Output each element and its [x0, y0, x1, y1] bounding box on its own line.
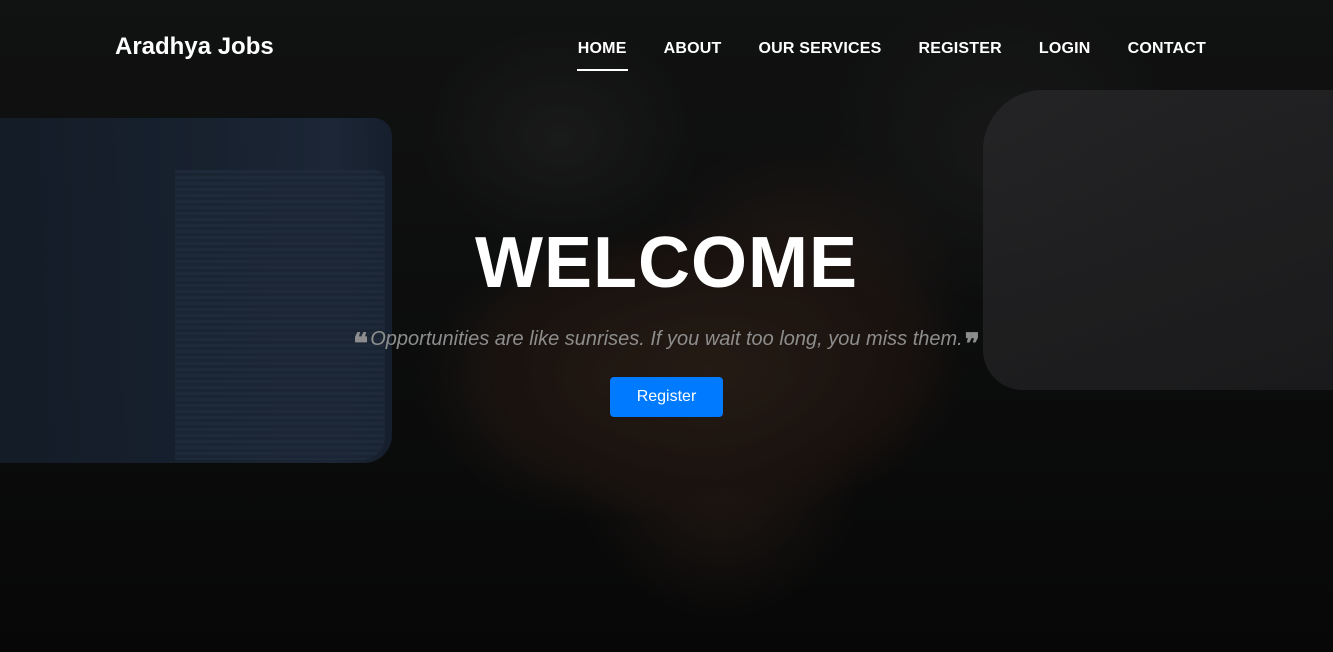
nav-link-contact[interactable]: CONTACT — [1128, 40, 1206, 70]
nav-item-home: HOME — [576, 38, 628, 71]
nav-item-register: REGISTER — [919, 38, 1002, 70]
register-button[interactable]: Register — [610, 376, 723, 417]
quote-right-icon: ❞ — [964, 326, 980, 360]
hero-section: WELCOME ❝ Opportunities are like sunrise… — [0, 220, 1333, 417]
quote-left-icon: ❝ — [353, 326, 369, 360]
brand-logo[interactable]: Aradhya Jobs — [115, 33, 274, 61]
nav-link-about[interactable]: ABOUT — [664, 40, 722, 70]
nav-item-our-services: OUR SERVICES — [758, 38, 881, 70]
nav-link-login[interactable]: LOGIN — [1039, 40, 1091, 70]
hero-quote: ❝ Opportunities are like sunrises. If yo… — [353, 326, 980, 360]
nav-link-home[interactable]: HOME — [576, 40, 628, 71]
nav-link-register[interactable]: REGISTER — [919, 40, 1002, 70]
navbar: Aradhya Jobs HOME ABOUT OUR SERVICES REG… — [0, 0, 1333, 96]
nav-menu: HOME ABOUT OUR SERVICES REGISTER LOGIN C… — [576, 38, 1206, 71]
hero-quote-text: Opportunities are like sunrises. If you … — [370, 328, 963, 350]
nav-item-contact: CONTACT — [1128, 38, 1206, 70]
nav-item-about: ABOUT — [664, 38, 722, 70]
hero-title: WELCOME — [475, 223, 858, 303]
nav-item-login: LOGIN — [1039, 38, 1091, 70]
nav-link-our-services[interactable]: OUR SERVICES — [758, 40, 881, 70]
